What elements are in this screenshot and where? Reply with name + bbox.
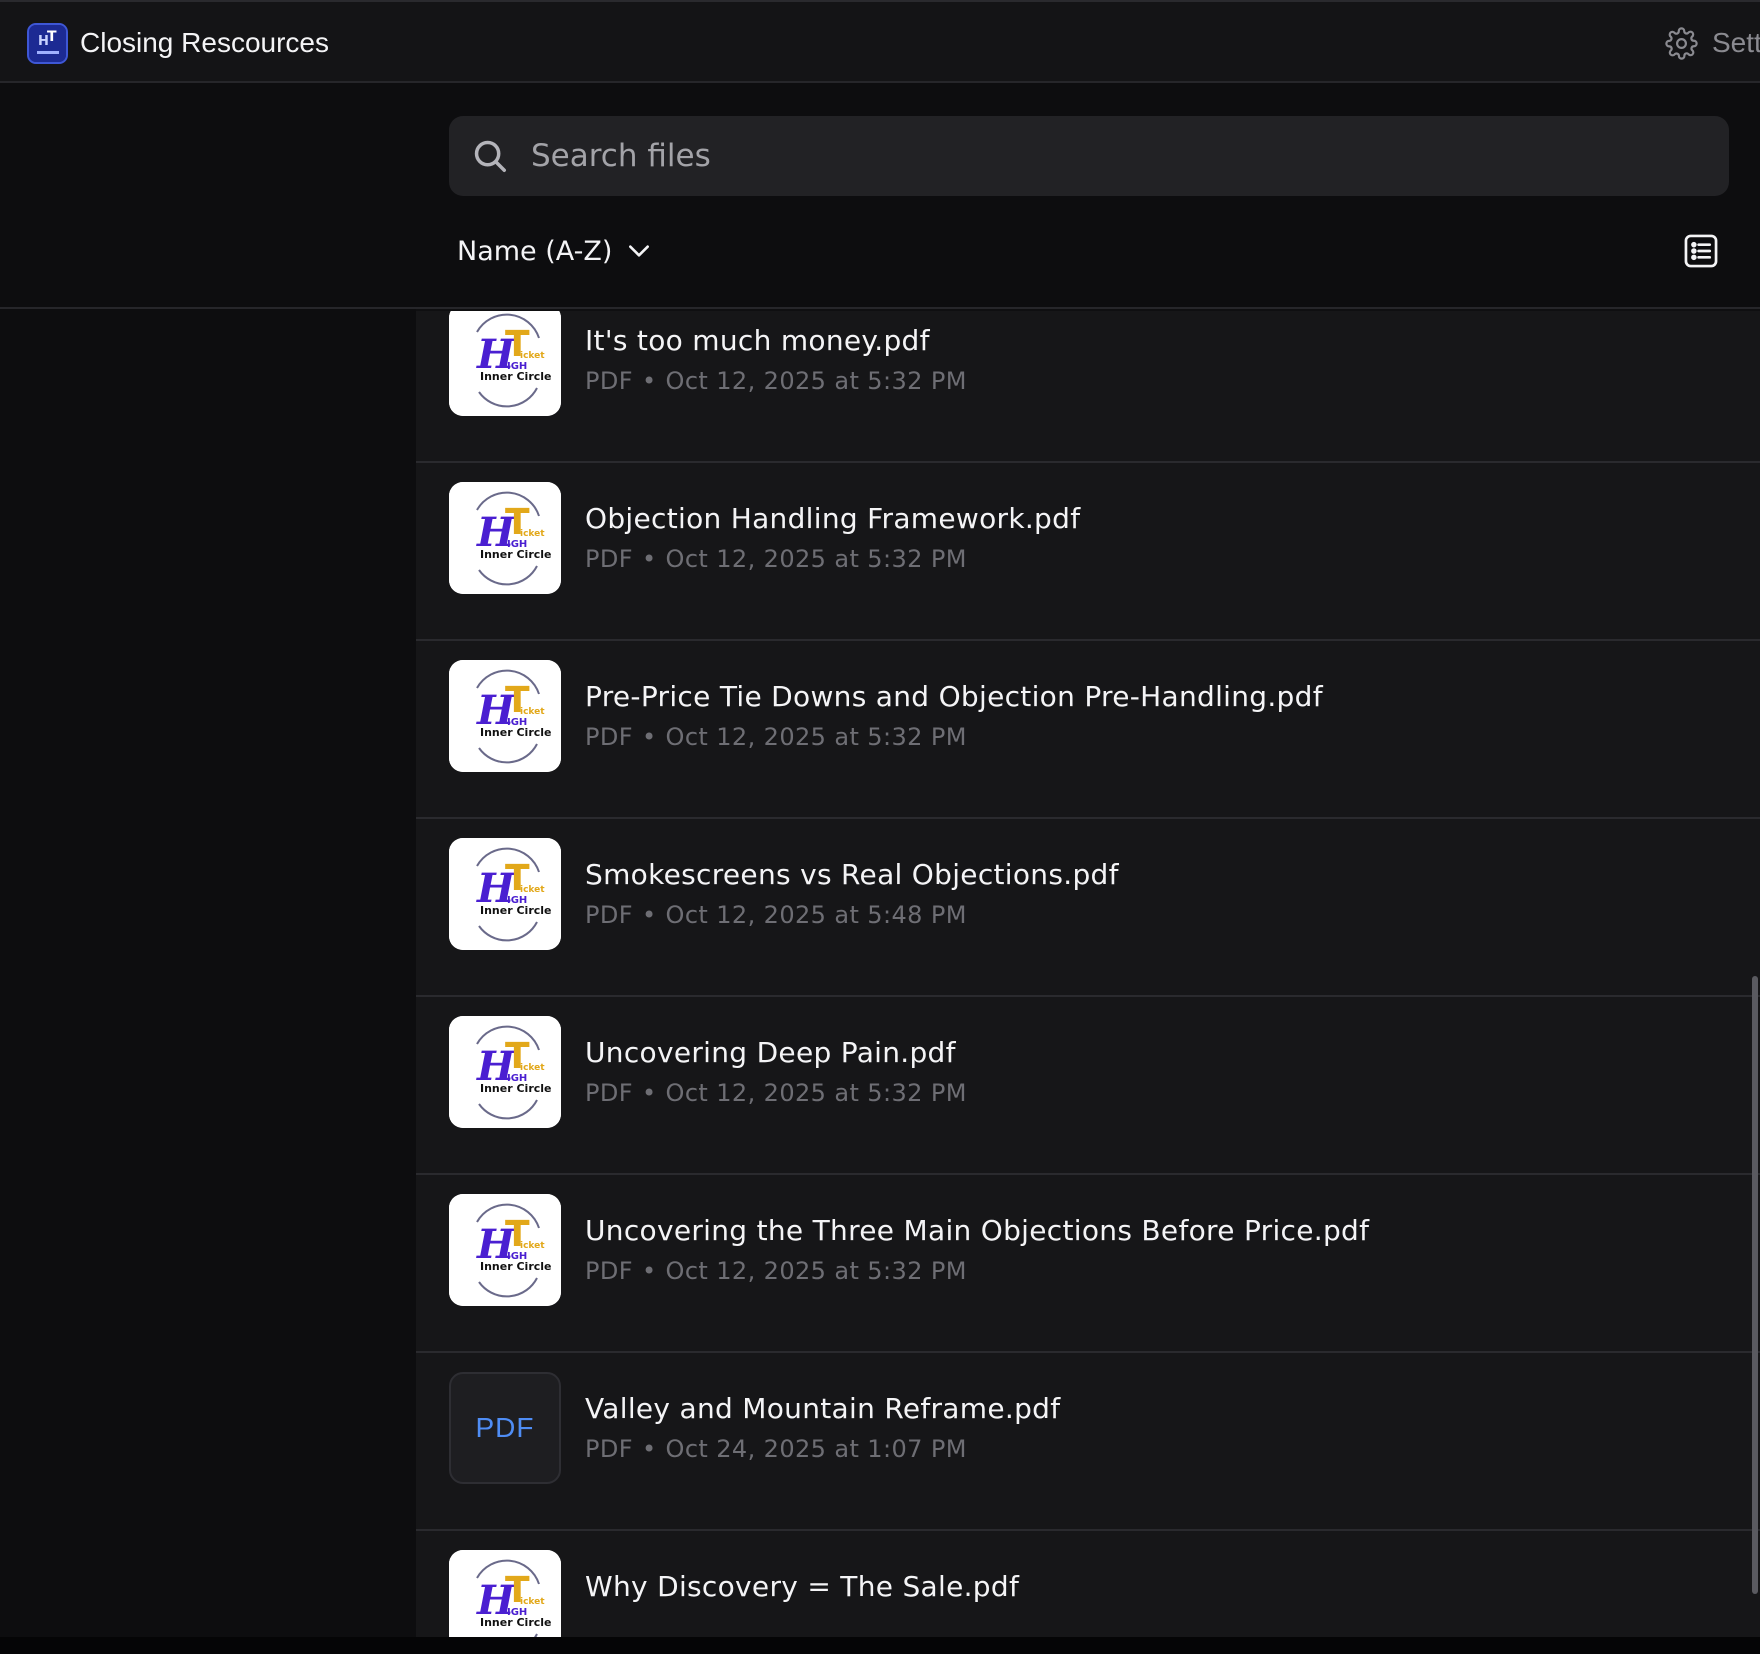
file-thumbnail-logo-icon: H T icket IGH Inner Circle — [449, 838, 561, 950]
file-thumbnail-logo-icon: H T icket IGH Inner Circle — [449, 1194, 561, 1306]
file-row[interactable]: H T icket IGH Inner Circle Uncovering De… — [416, 997, 1760, 1175]
logo-text: Inner Circle — [480, 370, 552, 383]
file-meta: PDF • Oct 24, 2025 at 1:07 PM — [585, 1433, 967, 1465]
logo-text: icket — [520, 1597, 545, 1607]
file-row[interactable]: H T icket IGH Inner Circle Uncovering th… — [416, 1175, 1760, 1353]
list-view-icon[interactable] — [1682, 232, 1720, 270]
separator-dot: • — [641, 545, 657, 573]
file-date: Oct 12, 2025 at 5:32 PM — [665, 1257, 967, 1285]
title-bar: H T Closing Rescources Sett — [0, 0, 1760, 83]
search-icon — [474, 140, 506, 172]
file-meta: PDF • Oct 12, 2025 at 5:32 PM — [585, 365, 967, 397]
logo-text: icket — [520, 1063, 545, 1073]
separator-dot: • — [641, 367, 657, 395]
file-meta: PDF • Oct 12, 2025 at 5:48 PM — [585, 899, 967, 931]
file-name: Uncovering Deep Pain.pdf — [585, 1036, 956, 1069]
app-logo-icon: H T — [27, 23, 68, 64]
logo-text: Inner Circle — [480, 904, 552, 917]
logo-text: icket — [520, 351, 545, 361]
logo-text: Inner Circle — [480, 726, 552, 739]
file-meta: PDF • Oct 12, 2025 at 5:32 PM — [585, 1077, 967, 1109]
search-bar[interactable] — [449, 116, 1729, 196]
file-type: PDF — [585, 367, 633, 395]
settings-label[interactable]: Sett — [1712, 26, 1760, 60]
file-thumbnail-logo-icon: H T icket IGH Inner Circle — [449, 1550, 561, 1637]
file-name: Why Discovery = The Sale.pdf — [585, 1570, 1020, 1603]
file-name: It's too much money.pdf — [585, 324, 930, 357]
logo-text: Inner Circle — [480, 1260, 552, 1273]
pdf-thumb-label: PDF — [475, 1412, 535, 1443]
file-row[interactable]: H T icket IGH Inner Circle Pre-Price Tie… — [416, 641, 1760, 819]
app-title: Closing Rescources — [80, 27, 329, 58]
separator-dot: • — [641, 1257, 657, 1285]
chevron-down-icon — [629, 245, 650, 257]
file-date: Oct 24, 2025 at 1:07 PM — [665, 1435, 967, 1463]
sort-dropdown[interactable]: Name (A-Z) — [457, 231, 652, 271]
separator-dot: • — [641, 1079, 657, 1107]
file-date: Oct 12, 2025 at 5:32 PM — [665, 1079, 967, 1107]
bottom-edge — [0, 1637, 1760, 1654]
file-row[interactable]: H T icket IGH Inner Circle Smokescreens … — [416, 819, 1760, 997]
file-date: Oct 12, 2025 at 5:32 PM — [665, 367, 967, 395]
file-meta: PDF • Oct 12, 2025 at 5:32 PM — [585, 1255, 967, 1287]
file-date: Oct 12, 2025 at 5:32 PM — [665, 723, 967, 751]
file-name: Uncovering the Three Main Objections Bef… — [585, 1214, 1370, 1247]
file-meta: PDF • Oct 12, 2025 at 5:32 PM — [585, 721, 967, 753]
logo-text: Inner Circle — [480, 1082, 552, 1095]
file-type: PDF — [585, 1257, 633, 1285]
pdf-file-icon: PDF — [449, 1372, 561, 1484]
file-row[interactable]: H T icket IGH Inner Circle It's too much… — [416, 311, 1760, 463]
file-date: Oct 12, 2025 at 5:48 PM — [665, 901, 967, 929]
file-name: Smokescreens vs Real Objections.pdf — [585, 858, 1119, 891]
file-thumbnail-logo-icon: H T icket IGH Inner Circle — [449, 311, 561, 416]
logo-text: icket — [520, 707, 545, 717]
file-type: PDF — [585, 545, 633, 573]
file-name: Objection Handling Framework.pdf — [585, 502, 1081, 535]
logo-text: icket — [520, 885, 545, 895]
logo-text: icket — [520, 529, 545, 539]
file-row[interactable]: PDF Valley and Mountain Reframe.pdf PDF • Oc… — [416, 1353, 1760, 1531]
file-name: Valley and Mountain Reframe.pdf — [585, 1392, 1061, 1425]
file-thumbnail-logo-icon: H T icket IGH Inner Circle — [449, 482, 561, 594]
file-list: H T icket IGH Inner Circle It's too much… — [416, 311, 1760, 1637]
file-meta: PDF • Oct 12, 2025 at 5:32 PM — [585, 543, 967, 575]
file-thumbnail-logo-icon: H T icket IGH Inner Circle — [449, 1016, 561, 1128]
file-type: PDF — [585, 901, 633, 929]
scrollbar[interactable] — [1752, 976, 1758, 1594]
separator-dot: • — [641, 723, 657, 751]
separator-dot: • — [641, 1435, 657, 1463]
file-row[interactable]: H T icket IGH Inner Circle Objection Han… — [416, 463, 1760, 641]
file-thumbnail-logo-icon: H T icket IGH Inner Circle — [449, 660, 561, 772]
file-type: PDF — [585, 1435, 633, 1463]
left-panel — [0, 83, 416, 1637]
file-type: PDF — [585, 723, 633, 751]
file-name: Pre-Price Tie Downs and Objection Pre-Ha… — [585, 680, 1323, 713]
file-row[interactable]: H T icket IGH Inner Circle Why Discovery… — [416, 1531, 1760, 1637]
logo-text: Inner Circle — [480, 548, 552, 561]
search-input[interactable] — [529, 116, 1709, 196]
sort-label: Name (A-Z) — [457, 235, 613, 267]
logo-text: Inner Circle — [480, 1616, 552, 1629]
gear-icon[interactable] — [1665, 27, 1698, 60]
controls-area: Name (A-Z) — [0, 83, 1760, 309]
logo-text: icket — [520, 1241, 545, 1251]
separator-dot: • — [641, 901, 657, 929]
file-type: PDF — [585, 1079, 633, 1107]
svg-text:T: T — [47, 29, 57, 45]
file-date: Oct 12, 2025 at 5:32 PM — [665, 545, 967, 573]
